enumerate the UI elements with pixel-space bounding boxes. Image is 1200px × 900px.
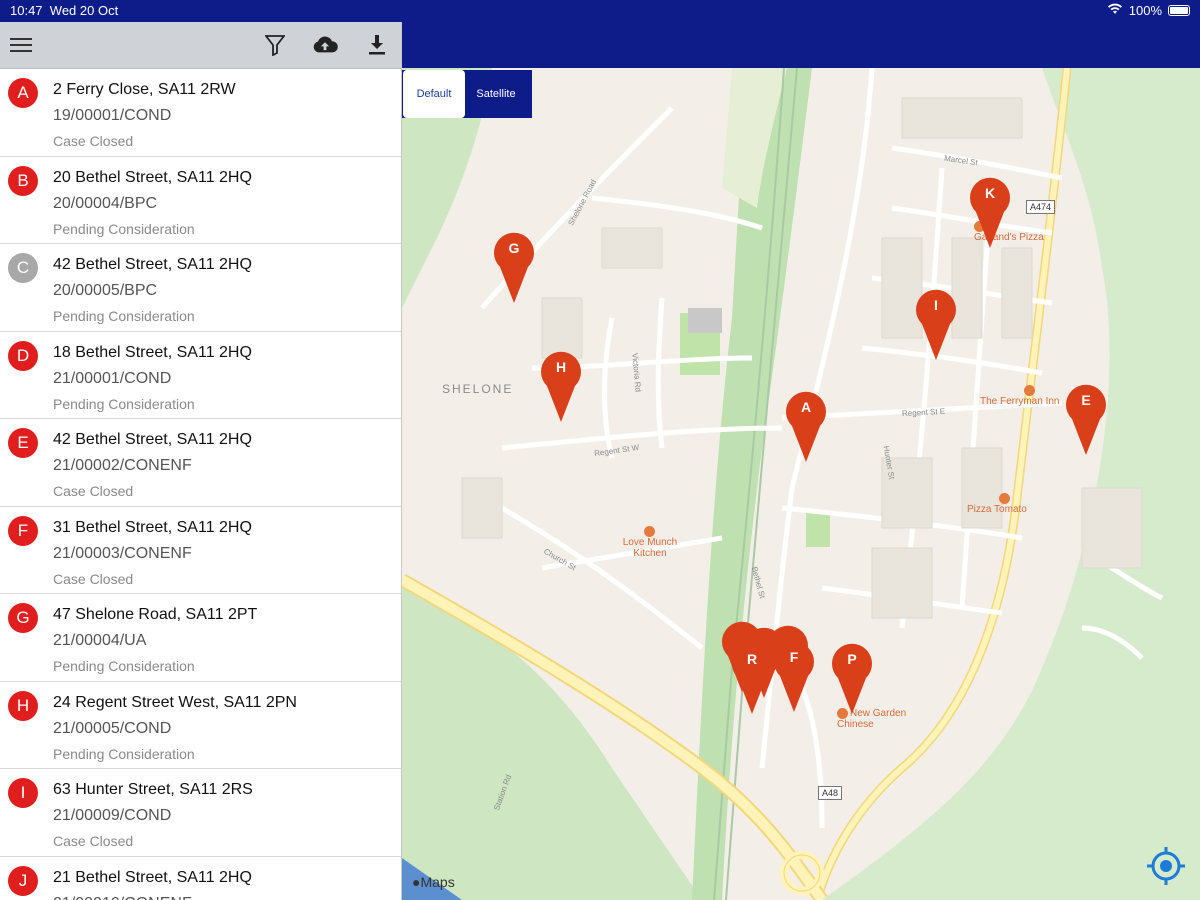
case-address: 31 Bethel Street, SA11 2HQ <box>53 518 252 536</box>
map-pin-k[interactable]: K <box>968 176 1012 248</box>
restaurant-icon <box>643 526 655 537</box>
case-list-item[interactable]: G 47 Shelone Road, SA11 2PT 21/00004/UA Pen… <box>0 594 401 682</box>
menu-icon[interactable] <box>8 32 34 58</box>
case-letter-badge: J <box>8 865 38 896</box>
map-satellite-button[interactable]: Satellite <box>465 70 527 118</box>
case-letter-badge: D <box>8 340 38 371</box>
case-status: Pending Consideration <box>53 308 195 324</box>
case-status: Case Closed <box>53 833 134 849</box>
case-letter-badge: C <box>8 253 38 283</box>
case-reference: 20/00005/BPC <box>53 282 158 299</box>
download-icon[interactable] <box>364 32 390 58</box>
case-letter-badge: G <box>8 603 38 633</box>
poi-love-munch-kitchen[interactable]: Love Munch Kitchen <box>617 526 683 559</box>
case-status: Case Closed <box>53 570 134 587</box>
case-address: 21 Bethel Street, SA11 2HQ <box>53 868 252 886</box>
wifi-icon <box>1107 3 1123 18</box>
filter-icon[interactable] <box>262 32 288 58</box>
map-type-toggle: Default Satellite <box>402 70 532 118</box>
poi-pizza-tomato[interactable]: Pizza Tomato <box>967 493 1027 515</box>
case-letter-badge: I <box>8 778 38 808</box>
map-pin-g[interactable]: G <box>492 231 536 303</box>
road-shield-a474: A474 <box>1026 200 1056 214</box>
area-label: SHELONE <box>442 382 514 396</box>
status-time: 10:47 Wed 20 Oct <box>10 3 119 18</box>
case-letter-badge: E <box>8 428 38 458</box>
case-status: Pending Consideration <box>53 745 195 762</box>
map-pin-r[interactable]: R <box>730 642 774 714</box>
case-reference: 21/00002/CONENF <box>53 457 192 474</box>
case-status: Pending Consideration <box>53 658 195 674</box>
case-list-item[interactable]: J 21 Bethel Street, SA11 2HQ 21/00010/CONE… <box>0 857 401 900</box>
map-pin-f[interactable]: F <box>772 640 816 712</box>
restaurant-icon <box>1024 385 1035 396</box>
locate-me-button[interactable] <box>1146 846 1186 888</box>
case-address: 24 Regent Street West, SA11 2PN <box>53 693 297 711</box>
case-list-item[interactable]: F 31 Bethel Street, SA11 2HQ 21/00003/CONE… <box>0 507 401 594</box>
case-list-item[interactable]: D 18 Bethel Street, SA11 2HQ 21/00001/COND… <box>0 332 401 419</box>
battery-icon <box>1168 5 1190 16</box>
case-reference: 21/00010/CONENF <box>53 895 192 900</box>
battery-percent: 100% <box>1128 3 1162 18</box>
map-view[interactable]: Default Satellite SHELONE Shelone Road R… <box>402 68 1200 900</box>
case-letter-badge: B <box>8 165 38 196</box>
location-target-icon <box>1147 847 1185 885</box>
case-letter-badge: A <box>8 78 38 108</box>
case-list-item[interactable]: B 20 Bethel Street, SA11 2HQ 20/00004/BPC P… <box>0 157 401 244</box>
map-default-button[interactable]: Default <box>403 70 465 118</box>
case-address: 63 Hunter Street, SA11 2RS <box>53 781 253 798</box>
restaurant-icon <box>999 493 1010 504</box>
map-pin-i[interactable]: I <box>914 288 958 360</box>
map-canvas <box>402 68 1200 900</box>
case-reference: 21/00001/COND <box>53 369 172 387</box>
toolbar <box>0 22 401 69</box>
case-list-item[interactable]: H 24 Regent Street West, SA11 2PN 21/00005… <box>0 682 401 769</box>
case-list-item[interactable]: C 42 Bethel Street, SA11 2HQ 20/00005/BPC P… <box>0 244 401 332</box>
case-status: Case Closed <box>53 133 134 149</box>
status-bar: 10:47 Wed 20 Oct 100% <box>0 0 1200 22</box>
map-pin-e[interactable]: E <box>1064 383 1108 455</box>
case-letter-badge: H <box>8 690 38 721</box>
battery-indicator: 100% <box>1107 3 1190 18</box>
case-reference: 21/00009/COND <box>53 807 172 824</box>
case-list-item[interactable]: E 42 Bethel Street, SA11 2HQ 21/00002/CONE… <box>0 419 401 507</box>
map-pin-h[interactable]: H <box>539 350 583 422</box>
cloud-upload-icon[interactable] <box>312 32 338 58</box>
case-address: 20 Bethel Street, SA11 2HQ <box>53 168 252 186</box>
case-list-panel: A 2 Ferry Close, SA11 2RW 19/00001/COND Cas… <box>0 22 402 900</box>
case-status: Case Closed <box>53 483 134 499</box>
map-pin-a[interactable]: A <box>784 390 828 462</box>
case-status: Pending Consideration <box>53 395 195 412</box>
poi-ferryman-inn[interactable]: The Ferryman Inn <box>980 385 1059 407</box>
case-list-item[interactable]: A 2 Ferry Close, SA11 2RW 19/00001/COND Cas… <box>0 69 401 157</box>
case-address: 2 Ferry Close, SA11 2RW <box>53 81 236 98</box>
case-address: 47 Shelone Road, SA11 2PT <box>53 606 258 623</box>
maps-logo: ●Maps <box>412 874 455 890</box>
case-address: 42 Bethel Street, SA11 2HQ <box>53 256 252 273</box>
case-reference: 20/00004/BPC <box>53 194 158 212</box>
case-reference: 21/00005/COND <box>53 719 172 737</box>
case-status: Pending Consideration <box>53 220 195 237</box>
case-reference: 21/00004/UA <box>53 632 147 649</box>
case-letter-badge: F <box>8 515 38 546</box>
case-list: A 2 Ferry Close, SA11 2RW 19/00001/COND Cas… <box>0 69 401 900</box>
case-reference: 21/00003/CONENF <box>53 544 192 562</box>
case-address: 18 Bethel Street, SA11 2HQ <box>53 343 252 361</box>
map-pin-p[interactable]: P <box>830 642 874 714</box>
case-list-item[interactable]: I 63 Hunter Street, SA11 2RS 21/00009/COND… <box>0 769 401 857</box>
case-reference: 19/00001/COND <box>53 107 172 124</box>
case-address: 42 Bethel Street, SA11 2HQ <box>53 431 252 448</box>
road-shield-a48: A48 <box>818 786 843 800</box>
